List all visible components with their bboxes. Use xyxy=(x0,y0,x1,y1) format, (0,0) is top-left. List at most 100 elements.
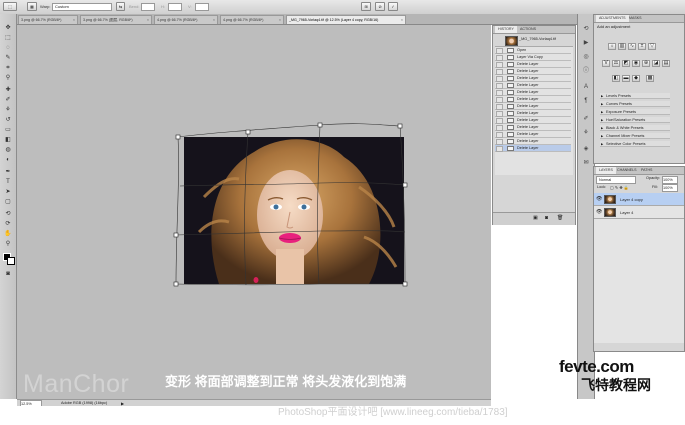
layers-panel: LAYERS CHANNELS PATHS Normal Opacity: 10… xyxy=(593,166,685,352)
layer-icon xyxy=(507,90,514,95)
actions-dock-icon[interactable]: ▶ xyxy=(580,38,592,48)
history-item[interactable]: Open xyxy=(495,47,571,54)
layer-icon xyxy=(507,139,514,144)
layer-icon xyxy=(507,118,514,123)
gradient-map-icon[interactable]: ▬ xyxy=(622,75,630,82)
history-item[interactable]: Delete Layer xyxy=(495,103,571,110)
layer-icon xyxy=(507,111,514,116)
eye-icon[interactable]: 👁 xyxy=(596,209,602,215)
preset-channel-mixer[interactable]: Channel Mixer Presets xyxy=(600,133,670,139)
logo-top-text: fevte.com xyxy=(559,357,634,376)
lock-icons[interactable]: ▢ ✎ ✥ 🔒 xyxy=(610,185,629,190)
new-snapshot-icon[interactable]: ◙ xyxy=(545,215,548,221)
layer-icon xyxy=(507,132,514,137)
layer-row[interactable]: 👁 Layer 4 xyxy=(594,206,684,219)
blend-mode-select[interactable]: Normal xyxy=(596,176,636,184)
posterize-icon[interactable]: ▤ xyxy=(662,60,670,67)
hue-saturation-icon[interactable]: V xyxy=(602,60,610,67)
history-item[interactable]: Delete Layer xyxy=(495,75,571,82)
invert-icon[interactable]: ◪ xyxy=(652,60,660,67)
levels-icon[interactable]: ▥ xyxy=(618,43,626,50)
3d-dock-icon[interactable]: ◈ xyxy=(580,144,592,154)
notes-dock-icon[interactable]: ✉ xyxy=(580,158,592,168)
tab-paths[interactable]: PATHS xyxy=(638,167,655,174)
fill-label: Fill: xyxy=(652,185,658,189)
mesh-handle[interactable] xyxy=(173,281,179,287)
footer: PhotoShop平面设计吧 [www.lineeg.com/tieba/178… xyxy=(0,406,685,425)
preset-levels[interactable]: Levels Presets xyxy=(600,93,670,99)
history-item-selected[interactable]: Delete Layer xyxy=(495,145,571,152)
channel-mixer-icon[interactable]: ⊕ xyxy=(642,60,650,67)
history-snapshot[interactable]: _MG_7965-Vorlaq4.tif xyxy=(495,34,573,47)
layer-icon xyxy=(507,97,514,102)
fill-field[interactable]: 100% xyxy=(662,184,678,192)
layer-icon xyxy=(507,83,514,88)
character-dock-icon[interactable]: A xyxy=(580,82,592,92)
mesh-handle[interactable] xyxy=(245,129,251,135)
history-item[interactable]: Delete Layer xyxy=(495,82,571,89)
brushes-dock-icon[interactable]: ✐ xyxy=(580,114,592,124)
history-item[interactable]: Delete Layer xyxy=(495,138,571,145)
mesh-handle[interactable] xyxy=(175,134,181,140)
opacity-field[interactable]: 100% xyxy=(662,176,678,184)
clone-source-dock-icon[interactable]: ⚘ xyxy=(580,128,592,138)
footer-watermark: PhotoShop平面设计吧 [www.lineeg.com/tieba/178… xyxy=(278,407,508,418)
preset-selective-color[interactable]: Selective Color Presets xyxy=(600,141,670,147)
history-item[interactable]: Delete Layer xyxy=(495,117,571,124)
tab-layers[interactable]: LAYERS xyxy=(596,167,616,174)
layer-row-selected[interactable]: 👁 Layer 4 copy xyxy=(594,193,684,206)
mesh-handle[interactable] xyxy=(317,122,323,128)
navigator-dock-icon[interactable]: ◎ xyxy=(580,52,592,62)
snapshot-thumbnail xyxy=(505,36,518,46)
photo-filter-icon[interactable]: ◉ xyxy=(632,60,640,67)
preset-hue-saturation[interactable]: Hue/Saturation Presets xyxy=(600,117,670,123)
color-balance-icon[interactable]: ⚖ xyxy=(612,60,620,67)
history-item[interactable]: Delete Layer xyxy=(495,110,571,117)
preset-black-white[interactable]: Black & White Presets xyxy=(600,125,670,131)
paragraph-dock-icon[interactable]: ¶ xyxy=(580,96,592,106)
curves-icon[interactable]: ∿ xyxy=(628,43,636,50)
mesh-handle[interactable] xyxy=(402,182,408,188)
history-item[interactable]: Delete Layer xyxy=(495,124,571,131)
adjustments-panel-header: ADJUSTMENTS MASKS xyxy=(594,15,684,23)
history-dock-icon[interactable]: ⟲ xyxy=(580,24,592,34)
history-item[interactable]: Delete Layer xyxy=(495,89,571,96)
history-item[interactable]: Delete Layer xyxy=(495,131,571,138)
vibrance-icon[interactable]: ▽ xyxy=(648,43,656,50)
presets-list: Levels Presets Curves Presets Exposure P… xyxy=(596,93,682,157)
opacity-label: Opacity: xyxy=(646,176,660,180)
eye-icon[interactable]: 👁 xyxy=(596,196,602,202)
tab-history[interactable]: HISTORY xyxy=(495,26,517,33)
tab-channels[interactable]: CHANNELS xyxy=(614,167,640,174)
layer-icon xyxy=(507,69,514,74)
mesh-handle[interactable] xyxy=(173,232,179,238)
pattern-icon[interactable]: ▩ xyxy=(646,75,654,82)
layers-list: 👁 Layer 4 copy 👁 Layer 4 xyxy=(594,193,684,343)
selective-color-icon[interactable]: ◆ xyxy=(632,75,640,82)
mesh-handle[interactable] xyxy=(402,281,408,287)
preset-curves[interactable]: Curves Presets xyxy=(600,101,670,107)
layer-icon xyxy=(507,76,514,81)
mesh-handle[interactable] xyxy=(397,123,403,129)
black-white-icon[interactable]: ◩ xyxy=(622,60,630,67)
layer-icon xyxy=(507,55,514,60)
tab-masks[interactable]: MASKS xyxy=(626,15,645,22)
exposure-icon[interactable]: ± xyxy=(638,43,646,50)
brightness-contrast-icon[interactable]: ☼ xyxy=(608,43,616,50)
history-item[interactable]: Layer Via Copy xyxy=(495,54,571,61)
layer-icon xyxy=(507,62,514,67)
layer-icon xyxy=(507,125,514,130)
trash-icon[interactable]: 🗑 xyxy=(557,215,563,221)
history-list: Open Layer Via Copy Delete Layer Delete … xyxy=(495,47,573,175)
tab-adjustments[interactable]: ADJUSTMENTS xyxy=(596,15,629,22)
tab-actions[interactable]: ACTIONS xyxy=(517,26,539,33)
info-dock-icon[interactable]: ⓘ xyxy=(580,66,592,76)
adjustments-panel: ADJUSTMENTS MASKS Add an adjustment ☼ ▥ … xyxy=(593,14,685,164)
history-item[interactable]: Delete Layer xyxy=(495,96,571,103)
history-item[interactable]: Delete Layer xyxy=(495,68,571,75)
threshold-icon[interactable]: ◧ xyxy=(612,75,620,82)
preset-exposure[interactable]: Exposure Presets xyxy=(600,109,670,115)
new-document-from-state-icon[interactable]: ▣ xyxy=(533,215,538,221)
history-item[interactable]: Delete Layer xyxy=(495,61,571,68)
history-footer: ▣ ◙ 🗑 xyxy=(493,212,575,225)
